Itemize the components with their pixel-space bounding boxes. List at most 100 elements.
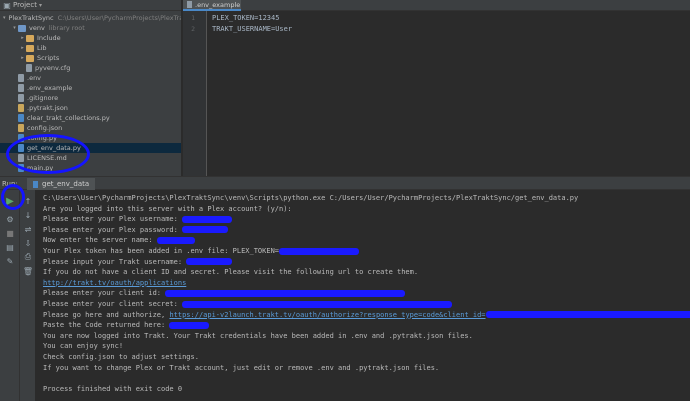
wrench-icon[interactable]: ⚙	[4, 214, 16, 224]
tree-item-label: clear_trakt_collections.py	[27, 114, 110, 122]
tree-item-label: Scripts	[37, 54, 60, 62]
console-link[interactable]: http://trakt.tv/oauth/applications	[43, 279, 186, 287]
stop-icon[interactable]: ■	[4, 228, 16, 238]
tree-item[interactable]: .env	[0, 73, 181, 83]
redaction-mark	[186, 258, 233, 266]
console-line: Please go here and authorize, https://ap…	[43, 311, 690, 319]
tree-item[interactable]: .env_example	[0, 83, 181, 93]
console-line: You are now logged into Trakt. Your Trak…	[43, 332, 473, 340]
line-number: 2	[191, 25, 195, 33]
arrow-up-icon[interactable]: ↑	[22, 196, 34, 206]
tree-item[interactable]: .gitignore	[0, 93, 181, 103]
chevron-right-icon[interactable]: ▸	[19, 43, 26, 53]
print-icon[interactable]: ⎙	[22, 252, 34, 262]
console-line: Are you logged into this server with a P…	[43, 205, 296, 213]
tree-item-label: .env	[27, 74, 42, 82]
console-text: Process finished with exit code 0	[43, 384, 183, 393]
rerun-icon[interactable]: ▶	[4, 196, 16, 207]
tree-item-label: .gitignore	[27, 94, 59, 102]
run-console[interactable]: C:\Users\User\PycharmProjects\PlexTraktS…	[37, 190, 690, 401]
tree-item[interactable]: .pytrakt.json	[0, 103, 181, 113]
arrow-down-icon[interactable]: ↓	[22, 210, 34, 220]
console-line: Please enter your Plex password:	[43, 225, 229, 234]
editor-tab-env-example[interactable]: .env_example	[183, 0, 241, 11]
run-toolbar-left: ▶ ⚙ ■ ▤ ✎	[0, 190, 20, 401]
console-line: Please input your Trakt username:	[43, 258, 233, 266]
line-number-gutter: 1 2	[183, 11, 207, 176]
tree-item-label: main.py	[27, 164, 54, 172]
tree-item[interactable]: LICENSE.md	[0, 153, 181, 163]
redaction-mark	[169, 321, 210, 329]
tree-item-label: .env_example	[27, 84, 73, 92]
tree-item[interactable]: ▾ venv library root	[0, 23, 181, 33]
tree-item[interactable]: ▸ Include	[0, 33, 181, 43]
tree-item-label: PlexTraktSync	[8, 14, 54, 22]
console-text: Please enter your client id:	[43, 289, 166, 298]
console-link[interactable]: https://api-v2launch.trakt.tv/oauth/auth…	[169, 311, 485, 319]
redaction-mark	[165, 289, 406, 297]
editor-tab-label: .env_example	[195, 0, 241, 9]
redaction-mark	[182, 300, 453, 308]
console-text: Now enter the server name:	[43, 236, 157, 245]
run-tab-get-env-data[interactable]: get_env_data	[27, 178, 96, 190]
python-file-icon	[33, 180, 38, 188]
chevron-right-icon[interactable]: ▸	[19, 53, 26, 63]
run-tab-label: get_env_data	[42, 180, 90, 188]
console-line: You can enjoy sync!	[43, 342, 123, 350]
tree-item[interactable]: get_env_data.py	[0, 143, 181, 153]
file-icon	[26, 64, 32, 72]
tree-item-label: Include	[37, 34, 61, 42]
console-line: Please enter your Plex username:	[43, 215, 233, 223]
scroll-to-end-icon[interactable]: ⇩	[22, 238, 34, 248]
chevron-down-icon[interactable]: ▾	[39, 2, 42, 9]
folder-icon	[26, 54, 34, 62]
console-line: Please enter your client id:	[43, 289, 406, 298]
console-line: If you do not have a client ID and secre…	[43, 268, 418, 276]
project-tool-window: ▣ Project ▾ ▾ PlexTraktSync C:\Users\User\…	[0, 0, 182, 176]
pin-icon[interactable]: ✎	[4, 256, 16, 266]
chevron-right-icon[interactable]: ▸	[19, 33, 26, 43]
trash-icon[interactable]: 🗑	[22, 266, 34, 276]
tree-item[interactable]: ▾ PlexTraktSync C:\Users\User\PycharmProje…	[0, 13, 181, 23]
file-icon	[187, 1, 192, 8]
tree-item[interactable]: ▸ Lib	[0, 43, 181, 53]
console-text: You can enjoy sync!	[43, 342, 124, 351]
code-line: PLEX_TOKEN=12345	[212, 14, 280, 22]
chevron-down-icon[interactable]: ▾	[3, 13, 6, 23]
console-text: Please go here and authorize,	[43, 310, 170, 319]
tree-item[interactable]: clear_trakt_collections.py	[0, 113, 181, 123]
layout-icon[interactable]: ▤	[4, 242, 16, 252]
console-text: Please enter your Plex password:	[43, 225, 183, 234]
project-header-label: Project	[13, 1, 37, 9]
tree-item-label: LICENSE.md	[27, 154, 67, 162]
python-file-icon	[18, 134, 24, 142]
code-editor[interactable]: PLEX_TOKEN=12345 TRAKT_USERNAME=User	[208, 11, 690, 176]
python-file-icon	[18, 114, 24, 122]
project-header[interactable]: ▣ Project ▾	[0, 0, 181, 11]
console-text: Check config.json to adjust settings.	[43, 353, 199, 361]
chevron-down-icon[interactable]: ▾	[11, 23, 18, 33]
editor-tab-bar: .env_example	[183, 0, 690, 11]
tree-item[interactable]: config.json	[0, 123, 181, 133]
console-line: C:\Users\User\PycharmProjects\PlexTraktS…	[43, 194, 578, 202]
tree-item[interactable]: pyvenv.cfg	[0, 63, 181, 73]
file-icon	[18, 154, 24, 162]
soft-wrap-icon[interactable]: ⇌	[22, 224, 34, 234]
tree-item[interactable]: ▸ Scripts	[0, 53, 181, 63]
console-line: Process finished with exit code 0	[43, 385, 182, 393]
tree-item-path: library root	[48, 24, 85, 32]
run-label: Run:	[2, 180, 18, 188]
console-text: Paste the Code returned here:	[43, 321, 170, 330]
tree-item[interactable]: config.py	[0, 133, 181, 143]
tree-item[interactable]: main.py	[0, 163, 181, 173]
console-line: Paste the Code returned here:	[43, 321, 210, 330]
redaction-mark	[182, 215, 233, 223]
python-file-icon	[18, 144, 24, 152]
folder-icon	[18, 24, 26, 32]
tree-item-label: .pytrakt.json	[27, 104, 68, 112]
file-icon	[18, 94, 24, 102]
console-line: http://trakt.tv/oauth/applications	[43, 279, 186, 287]
json-icon	[18, 104, 24, 112]
json-icon	[18, 124, 24, 132]
project-icon: ▣	[3, 0, 11, 10]
